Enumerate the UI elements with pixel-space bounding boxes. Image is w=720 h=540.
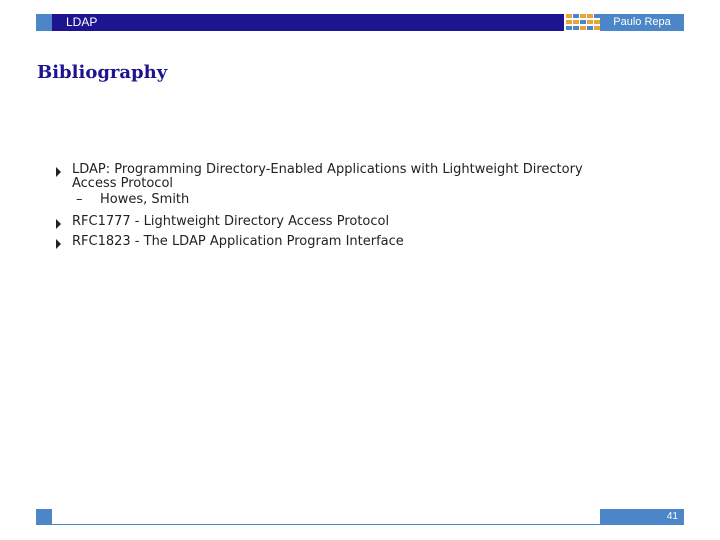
bullet-arrow-icon [56,167,61,177]
list-item-text: RFC1823 - The LDAP Application Program I… [72,234,404,249]
bibliography-list: LDAP: Programming Directory-Enabled Appl… [56,163,656,249]
header-decorative-grid [564,14,600,31]
sub-item-text: Howes, Smith [100,192,190,207]
footer-line [52,524,600,525]
list-item-text-continued: Access Protocol [72,176,174,191]
header-bar [52,14,564,31]
page-title: Bibliography [37,62,168,83]
page-number: 41 [600,509,684,525]
list-item-text: RFC1777 - Lightweight Directory Access P… [72,214,390,229]
bullet-arrow-icon [56,239,61,249]
footer-accent-block [36,509,52,525]
sub-item: – Howes, Smith [76,191,656,209]
bullet-arrow-icon [56,219,61,229]
list-item: RFC1777 - Lightweight Directory Access P… [56,215,656,229]
list-item-text: LDAP: Programming Directory-Enabled Appl… [72,162,583,177]
header-author: Paulo Repa [600,14,684,31]
sub-item-dash: – [76,192,83,207]
list-item: RFC1823 - The LDAP Application Program I… [56,235,656,249]
header-section-title: LDAP [66,15,98,29]
list-item: LDAP: Programming Directory-Enabled Appl… [56,163,656,209]
header-accent-block [36,14,52,31]
